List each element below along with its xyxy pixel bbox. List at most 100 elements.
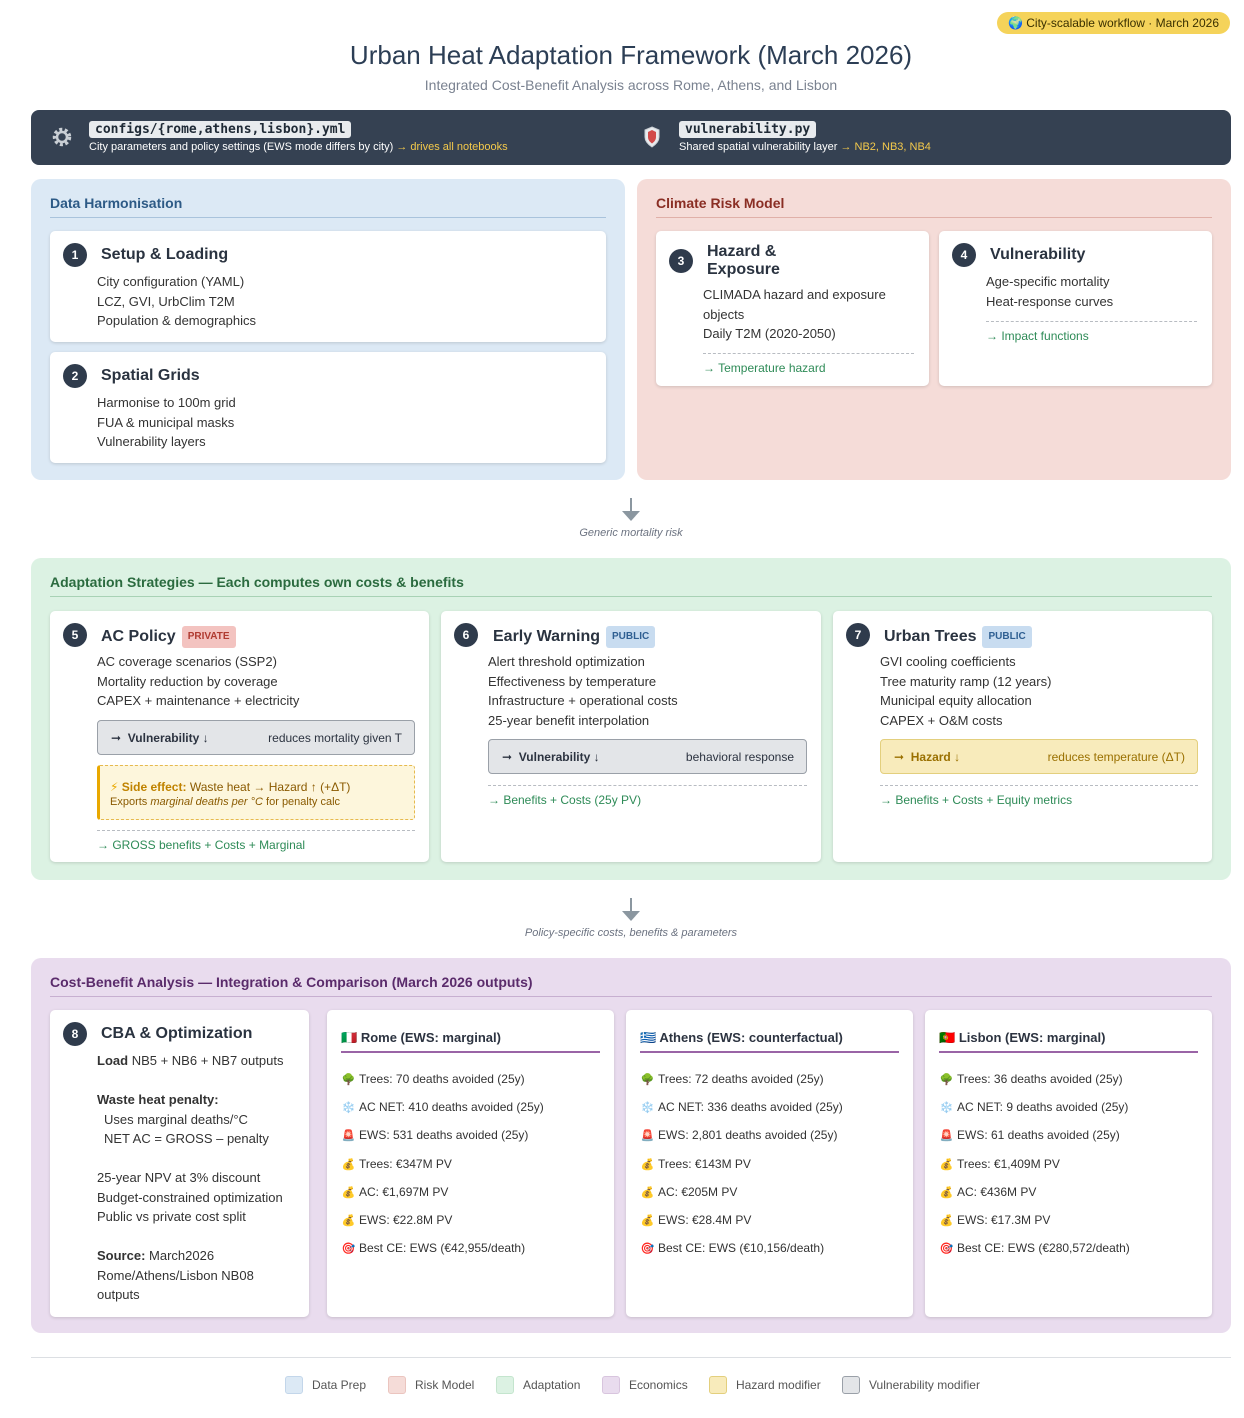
city-metric: Trees: 70 deaths avoided (25y) xyxy=(359,1072,525,1086)
city-metric: EWS: 531 deaths avoided (25y) xyxy=(359,1128,529,1143)
card-line: LCZ, GVI, UrbClim T2M xyxy=(97,293,235,309)
config-bar: configs/{rome,athens,lisbon}.yml City pa… xyxy=(31,110,1231,165)
snowflake-icon: ❄️ xyxy=(939,1102,954,1115)
card-line: CAPEX + maintenance + electricity xyxy=(97,693,300,708)
card-line: Infrastructure + operational costs xyxy=(488,693,678,708)
step-number: 6 xyxy=(454,623,478,647)
step-number: 3 xyxy=(669,249,693,273)
gear-icon xyxy=(49,124,75,150)
output-divider xyxy=(488,785,807,786)
panel-divider xyxy=(50,217,606,218)
panel-divider xyxy=(50,596,1212,597)
flow-arrow-label: Generic mortality risk xyxy=(579,527,683,539)
city-metric: AC NET: 410 deaths avoided (25y) xyxy=(359,1100,544,1115)
card-line: Budget-constrained optimization xyxy=(97,1189,283,1205)
card-title: Urban Trees xyxy=(884,628,977,645)
money-bag-icon: 💰 xyxy=(640,1186,655,1199)
snowflake-icon: ❄️ xyxy=(640,1102,655,1115)
modifier-label: Vulnerability ↓ xyxy=(518,750,600,764)
legend-label: Risk Model xyxy=(415,1378,475,1392)
card-spatial-grids: 2 Spatial Grids Harmonise to 100m grid F… xyxy=(50,352,606,463)
city-card-rome: 🇮🇹 Rome (EWS: marginal) 🌳 Trees: 70 death… xyxy=(327,1010,614,1317)
city-metric: AC NET: 336 deaths avoided (25y) xyxy=(658,1100,843,1115)
city-metric: AC: €1,697M PV xyxy=(359,1184,449,1199)
card-line: GVI cooling coefficients xyxy=(880,654,1016,669)
step-number: 4 xyxy=(952,243,976,267)
legend-label: Economics xyxy=(629,1378,688,1392)
card-line: City configuration (YAML) xyxy=(97,274,245,289)
card-output: → Benefits + Costs + Equity metrics xyxy=(880,793,1073,807)
card-line: Population & demographics xyxy=(97,313,256,328)
vulnerability-modifier-box: ➞ Vulnerability ↓ behavioral response xyxy=(488,739,807,774)
city-card-athens: 🇬🇷 Athens (EWS: counterfactual) 🌳 Trees: … xyxy=(626,1010,913,1317)
legend-swatch xyxy=(709,1376,727,1394)
card-line: FUA & municipal masks xyxy=(97,414,235,430)
legend-item-vulnerability-modifier: Vulnerability modifier xyxy=(842,1376,980,1394)
flow-arrow-shaft xyxy=(630,898,632,912)
tree-icon: 🌳 xyxy=(341,1074,356,1086)
card-line: Effectiveness by temperature xyxy=(488,673,657,689)
card-hazard-exposure: 3 Hazard & Exposure CLIMADA hazard and e… xyxy=(656,231,929,386)
card-title: Spatial Grids xyxy=(101,367,200,384)
snowflake-icon: ❄️ xyxy=(341,1102,356,1115)
card-line: Vulnerability layers xyxy=(97,434,206,449)
city-name: Athens (EWS: counterfactual) xyxy=(659,1030,843,1045)
legend-item-hazard-modifier: Hazard modifier xyxy=(709,1376,821,1394)
panel-title: Data Harmonisation xyxy=(50,195,183,211)
city-divider xyxy=(640,1051,899,1053)
penalty-line: NET AC = GROSS – penalty xyxy=(104,1131,269,1146)
legend-item-adaptation: Adaptation xyxy=(496,1376,580,1394)
panel-title: Climate Risk Model xyxy=(656,195,785,211)
money-bag-icon: 💰 xyxy=(939,1158,954,1171)
target-icon: 🎯 xyxy=(939,1243,954,1256)
target-icon: 🎯 xyxy=(341,1243,356,1256)
city-divider xyxy=(341,1051,600,1053)
side-effect-text: Waste heat → Hazard ↑ (+ΔT) xyxy=(189,780,351,794)
city-metric: Trees: 36 deaths avoided (25y) xyxy=(957,1072,1123,1086)
city-metric: Trees: 72 deaths avoided (25y) xyxy=(658,1072,824,1086)
money-bag-icon: 💰 xyxy=(341,1186,356,1199)
card-line: CLIMADA hazard and exposure xyxy=(703,287,886,302)
target-icon: 🎯 xyxy=(640,1243,655,1256)
tree-icon: 🌳 xyxy=(939,1074,954,1086)
card-line: 25-year benefit interpolation xyxy=(488,712,650,728)
modifier-desc: reduces mortality given T xyxy=(268,731,402,745)
side-effect-box: ⚡ Side effect: Waste heat → Hazard ↑ (+Δ… xyxy=(97,765,415,820)
card-line: Public vs private cost split xyxy=(97,1209,246,1224)
city-metric: Best CE: EWS (€280,572/death) xyxy=(957,1241,1130,1256)
card-title: AC Policy xyxy=(101,628,176,645)
side-effect-line2-a: Exports xyxy=(110,796,148,808)
card-line: Heat-response curves xyxy=(986,293,1114,309)
output-divider xyxy=(880,785,1198,786)
step-number: 2 xyxy=(63,364,87,388)
siren-icon: 🚨 xyxy=(939,1130,954,1143)
source-text: outputs xyxy=(97,1287,140,1302)
legend-swatch xyxy=(496,1376,514,1394)
flow-arrow-label: Policy-specific costs, benefits & parame… xyxy=(524,927,738,939)
money-bag-icon: 💰 xyxy=(341,1215,356,1228)
page-title: Urban Heat Adaptation Framework (March 2… xyxy=(349,40,913,70)
public-tag: PUBLIC xyxy=(605,626,656,648)
legend-swatch xyxy=(842,1376,860,1394)
penalty-line: Uses marginal deaths/°C xyxy=(104,1111,248,1127)
load-label: Load xyxy=(97,1053,129,1068)
legend-divider xyxy=(31,1357,1231,1358)
step-number: 7 xyxy=(846,623,870,647)
money-bag-icon: 💰 xyxy=(640,1215,655,1228)
arrow-right-icon: ➞ xyxy=(502,750,513,764)
city-metric: Trees: €143M PV xyxy=(658,1156,751,1171)
public-tag: PUBLIC xyxy=(982,626,1032,648)
card-line: Mortality reduction by coverage xyxy=(97,673,278,689)
card-title: Vulnerability xyxy=(990,246,1086,263)
config-file-block: configs/{rome,athens,lisbon}.yml City pa… xyxy=(49,120,508,153)
lightning-icon: ⚡ xyxy=(110,780,119,794)
legend-swatch xyxy=(602,1376,620,1394)
panel-divider xyxy=(50,996,1212,997)
legend-item-data-prep: Data Prep xyxy=(285,1376,366,1394)
city-name: Lisbon (EWS: marginal) xyxy=(958,1030,1106,1045)
greece-flag-icon: 🇬🇷 xyxy=(640,1030,657,1045)
legend-item-risk-model: Risk Model xyxy=(388,1376,474,1394)
panel-divider xyxy=(656,217,1212,218)
card-title: Hazard & Exposure xyxy=(707,243,780,279)
money-bag-icon: 💰 xyxy=(939,1215,954,1228)
